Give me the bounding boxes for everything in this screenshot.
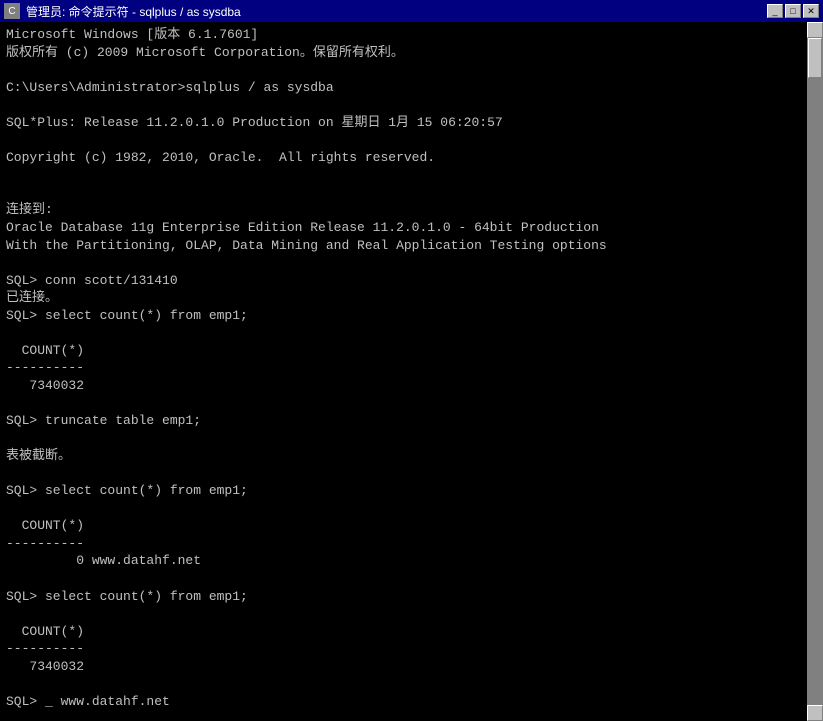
scroll-up-button[interactable]: ▲ [807, 22, 823, 38]
terminal-line: COUNT(*) [6, 342, 817, 360]
scroll-thumb[interactable] [808, 38, 822, 78]
terminal-line: Microsoft Windows [版本 6.1.7601] [6, 26, 817, 44]
terminal-line: SQL> select count(*) from emp1; [6, 482, 817, 500]
terminal-line [6, 166, 817, 184]
terminal-line [6, 500, 817, 518]
terminal-line [6, 131, 817, 149]
scrollbar[interactable]: ▲ ▼ [807, 22, 823, 721]
terminal-line [6, 465, 817, 483]
terminal-line: C:\Users\Administrator>sqlplus / as sysd… [6, 79, 817, 97]
terminal-line: COUNT(*) [6, 623, 817, 641]
terminal-line [6, 254, 817, 272]
terminal-line [6, 184, 817, 202]
title-bar: C 管理员: 命令提示符 - sqlplus / as sysdba _ □ ✕ [0, 0, 823, 22]
terminal-line: COUNT(*) [6, 517, 817, 535]
terminal-line: SQL> select count(*) from emp1; [6, 307, 817, 325]
terminal-line: ---------- [6, 535, 817, 553]
terminal-line: SQL> _ www.datahf.net [6, 693, 817, 711]
terminal-line: 版权所有 (c) 2009 Microsoft Corporation。保留所有… [6, 44, 817, 62]
terminal-line: ---------- [6, 359, 817, 377]
minimize-button[interactable]: _ [767, 4, 783, 18]
cmd-icon: C [4, 3, 20, 19]
terminal-line [6, 605, 817, 623]
terminal-line [6, 324, 817, 342]
terminal-line: 7340032 [6, 658, 817, 676]
terminal-line: With the Partitioning, OLAP, Data Mining… [6, 237, 817, 255]
terminal-line: 0 www.datahf.net [6, 552, 817, 570]
terminal-line: 已连接。 [6, 289, 817, 307]
terminal-line [6, 570, 817, 588]
terminal-line: SQL> select count(*) from emp1; [6, 588, 817, 606]
terminal-line: SQL*Plus: Release 11.2.0.1.0 Production … [6, 114, 817, 132]
terminal-line [6, 394, 817, 412]
title-bar-buttons: _ □ ✕ [767, 4, 819, 18]
terminal-line: SQL> conn scott/131410 [6, 272, 817, 290]
title-bar-left: C 管理员: 命令提示符 - sqlplus / as sysdba [4, 3, 241, 20]
terminal-line [6, 61, 817, 79]
terminal-line [6, 675, 817, 693]
scroll-track[interactable] [807, 38, 823, 705]
terminal-line: Copyright (c) 1982, 2010, Oracle. All ri… [6, 149, 817, 167]
scroll-down-button[interactable]: ▼ [807, 705, 823, 721]
terminal-line [6, 430, 817, 448]
title-text: 管理员: 命令提示符 - sqlplus / as sysdba [26, 3, 241, 20]
terminal-content: Microsoft Windows [版本 6.1.7601]版权所有 (c) … [6, 26, 817, 710]
terminal-line: SQL> truncate table emp1; [6, 412, 817, 430]
terminal-line: ---------- [6, 640, 817, 658]
terminal-line: 表被截断。 [6, 447, 817, 465]
terminal[interactable]: Microsoft Windows [版本 6.1.7601]版权所有 (c) … [0, 22, 823, 721]
terminal-line: 连接到: [6, 201, 817, 219]
terminal-line: 7340032 [6, 377, 817, 395]
maximize-button[interactable]: □ [785, 4, 801, 18]
terminal-line [6, 96, 817, 114]
terminal-line: Oracle Database 11g Enterprise Edition R… [6, 219, 817, 237]
window: C 管理员: 命令提示符 - sqlplus / as sysdba _ □ ✕… [0, 0, 823, 721]
close-button[interactable]: ✕ [803, 4, 819, 18]
